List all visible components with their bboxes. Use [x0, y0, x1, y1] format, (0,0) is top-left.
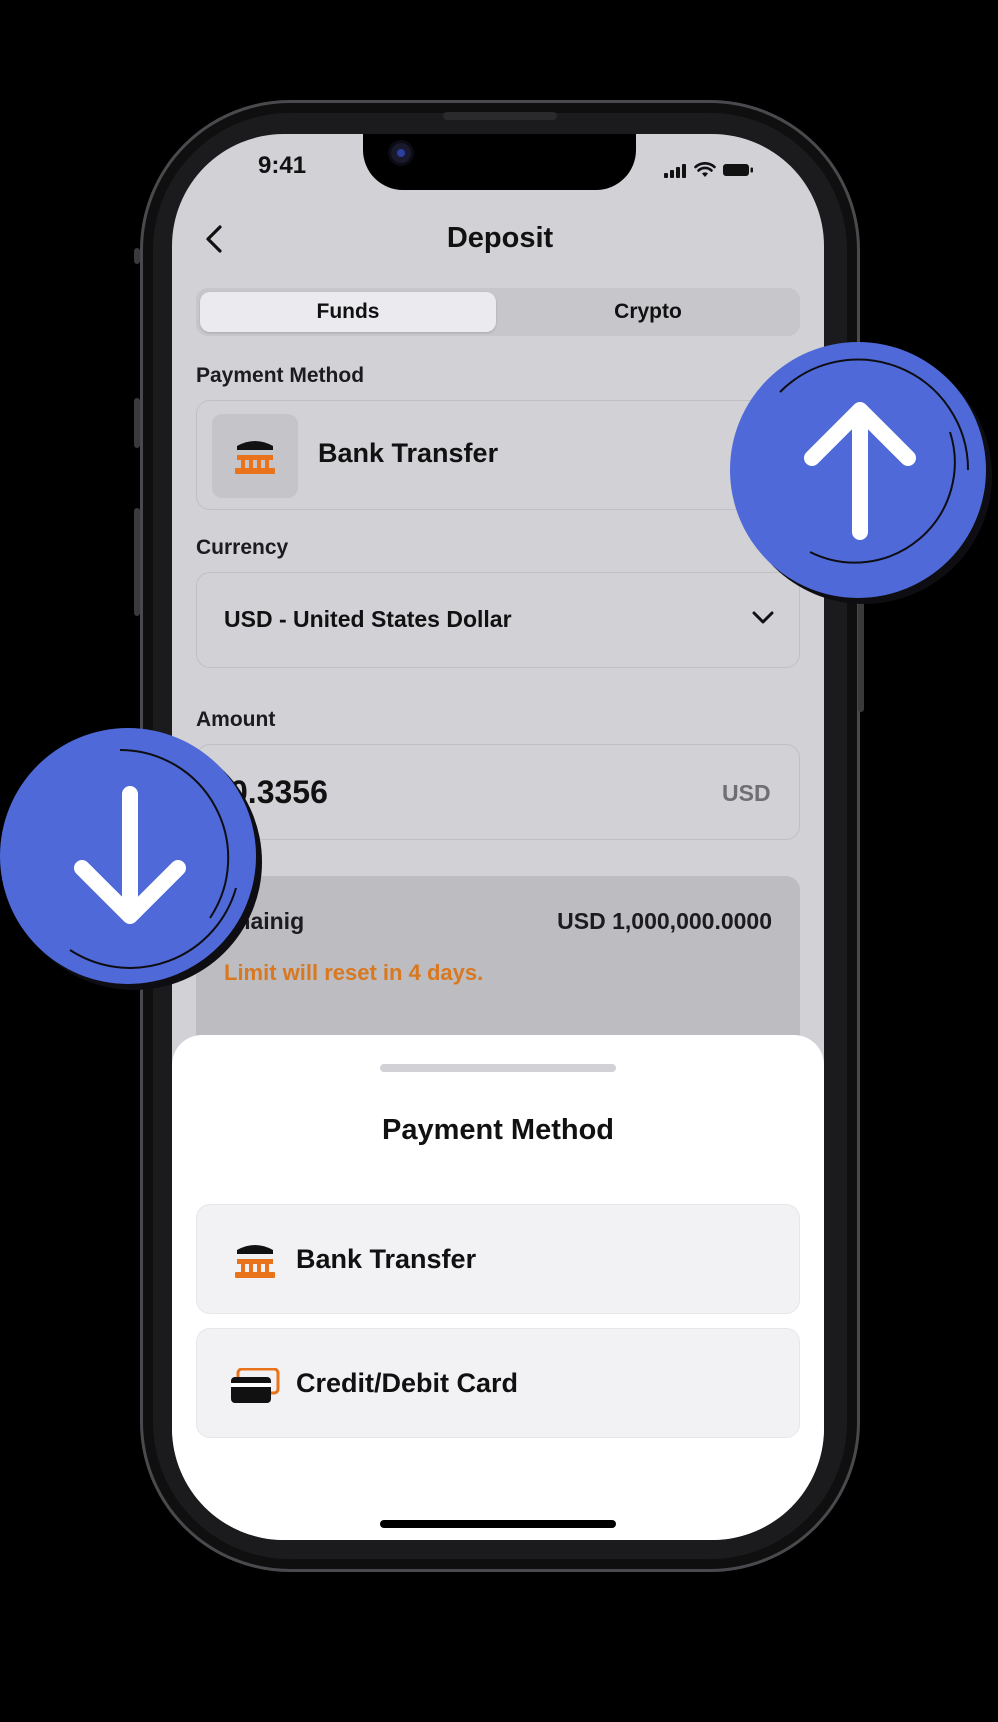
arrow-up-icon: [804, 402, 916, 540]
back-chevron-icon[interactable]: [200, 224, 230, 254]
amount-label: Amount: [196, 708, 276, 731]
option-bank-transfer-label: Bank Transfer: [296, 1244, 477, 1274]
status-time: 9:41: [258, 152, 307, 179]
sheet-grabber[interactable]: [380, 1064, 616, 1072]
option-bank-transfer[interactable]: [196, 1204, 800, 1314]
mute-switch: [134, 248, 140, 264]
currency-label: Currency: [196, 536, 289, 559]
sheet-title: Payment Method: [381, 1114, 615, 1146]
page-title: Deposit: [446, 222, 554, 254]
status-icons: [664, 158, 754, 178]
payment-method-value: Bank Transfer: [318, 438, 499, 468]
speaker-grill: [443, 112, 557, 120]
tab-funds[interactable]: Funds: [200, 292, 496, 332]
amount-currency-unit: USD: [722, 780, 771, 806]
battery-icon: [723, 164, 753, 176]
credit-card-icon: [231, 1368, 280, 1403]
chevron-down-icon: [752, 611, 774, 624]
payment-method-label: Payment Method: [196, 364, 365, 387]
power-button: [858, 600, 864, 712]
remaining-value: USD 1,000,000.0000: [557, 908, 772, 934]
bank-icon: [235, 441, 275, 474]
camera-icon: [388, 140, 414, 166]
limit-reset-note: Limit will reset in 4 days.: [224, 960, 484, 985]
option-credit-debit-card-label: Credit/Debit Card: [296, 1368, 519, 1398]
wifi-icon: [694, 162, 716, 177]
volume-down-button: [134, 508, 140, 616]
home-indicator: [380, 1520, 616, 1528]
bank-icon: [235, 1245, 275, 1278]
currency-value: USD - United States Dollar: [224, 606, 512, 632]
arrow-down-icon: [74, 786, 186, 924]
tab-crypto[interactable]: Crypto: [500, 292, 796, 332]
volume-up-button: [134, 398, 140, 448]
signal-icon: [664, 162, 688, 178]
segmented-control: Funds Crypto: [196, 288, 800, 336]
